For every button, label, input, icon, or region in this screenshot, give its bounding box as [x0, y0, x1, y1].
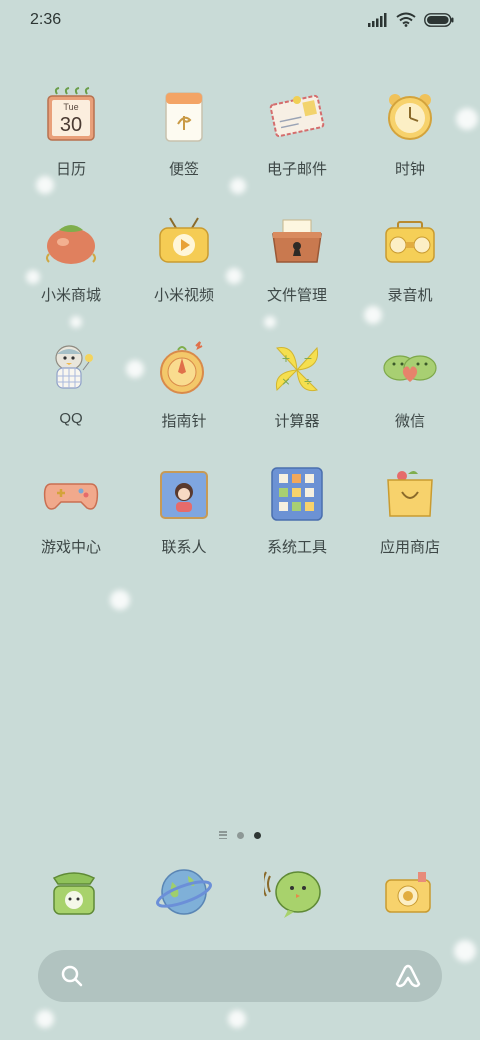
app-label: 小米视频 — [153, 287, 214, 304]
email-icon — [269, 86, 325, 146]
app-label: 微信 — [394, 413, 425, 430]
app-system-tools[interactable]: 系统工具 — [241, 464, 353, 574]
page-dot[interactable] — [237, 831, 244, 839]
app-app-store[interactable]: 应用商店 — [354, 464, 466, 574]
file-manager-icon — [269, 212, 325, 272]
app-mi-video[interactable]: 小米视频 — [128, 212, 240, 322]
app-recorder[interactable]: 录音机 — [354, 212, 466, 322]
app-label: 应用商店 — [379, 539, 440, 556]
signal-icon — [368, 12, 388, 31]
recorder-icon — [382, 212, 438, 272]
mi-store-icon — [43, 212, 99, 272]
browser-icon[interactable] — [154, 862, 214, 922]
app-file-manager[interactable]: 文件管理 — [241, 212, 353, 322]
notes-icon — [156, 86, 212, 146]
system-tools-icon — [269, 464, 325, 524]
status-bar: 2:36 — [0, 0, 480, 40]
svg-text:30: 30 — [60, 114, 82, 136]
app-label: 时钟 — [394, 161, 425, 178]
app-label: 日历 — [55, 161, 86, 178]
wifi-icon — [396, 12, 416, 31]
app-label: 联系人 — [161, 539, 207, 556]
app-wechat[interactable]: 微信 — [354, 338, 466, 448]
app-label: 系统工具 — [266, 539, 327, 556]
app-label: 文件管理 — [266, 287, 327, 304]
app-compass[interactable]: 指南针 — [128, 338, 240, 448]
app-label: 便签 — [168, 161, 199, 178]
phone-icon[interactable] — [44, 862, 104, 922]
app-game-center[interactable]: 游戏中心 — [15, 464, 127, 574]
app-label: 录音机 — [387, 287, 433, 304]
app-qq[interactable]: QQ — [15, 338, 127, 448]
svg-text:÷: ÷ — [303, 375, 312, 388]
battery-icon — [424, 12, 454, 31]
app-label: 计算器 — [274, 413, 320, 430]
svg-text:Tue: Tue — [63, 102, 78, 112]
status-time: 2:36 — [30, 11, 62, 28]
search-icon[interactable] — [60, 964, 84, 992]
app-notes[interactable]: 便签 — [128, 86, 240, 196]
dock — [0, 862, 480, 928]
assistant-icon[interactable] — [394, 964, 422, 992]
camera-icon[interactable] — [378, 862, 438, 922]
app-calculator[interactable]: + − × ÷ 计算器 — [241, 338, 353, 448]
app-mi-store[interactable]: 小米商城 — [15, 212, 127, 322]
wechat-icon — [382, 338, 438, 398]
search-bar[interactable] — [38, 950, 442, 1002]
page-dot-active[interactable] — [254, 831, 261, 839]
app-email[interactable]: 电子邮件 — [241, 86, 353, 196]
page-indicator[interactable] — [0, 828, 480, 842]
menu-page-icon[interactable] — [219, 831, 227, 839]
svg-text:+: + — [281, 352, 290, 365]
app-clock[interactable]: 时钟 — [354, 86, 466, 196]
mi-video-icon — [156, 212, 212, 272]
app-label: 指南针 — [161, 413, 207, 430]
app-calendar[interactable]: Tue 30 日历 — [15, 86, 127, 196]
svg-text:×: × — [281, 375, 290, 388]
calculator-icon: + − × ÷ — [269, 338, 325, 398]
game-center-icon — [43, 464, 99, 524]
contacts-icon — [156, 464, 212, 524]
compass-icon — [156, 338, 212, 398]
app-label: 小米商城 — [40, 287, 101, 304]
qq-icon — [43, 338, 99, 398]
svg-text:−: − — [303, 352, 312, 365]
app-label: QQ — [59, 410, 83, 427]
app-label: 游戏中心 — [40, 539, 101, 556]
app-label: 电子邮件 — [266, 161, 327, 178]
calendar-icon: Tue 30 — [43, 86, 99, 146]
clock-icon — [382, 86, 438, 146]
app-store-icon — [382, 464, 438, 524]
app-contacts[interactable]: 联系人 — [128, 464, 240, 574]
messages-icon[interactable] — [262, 862, 324, 922]
